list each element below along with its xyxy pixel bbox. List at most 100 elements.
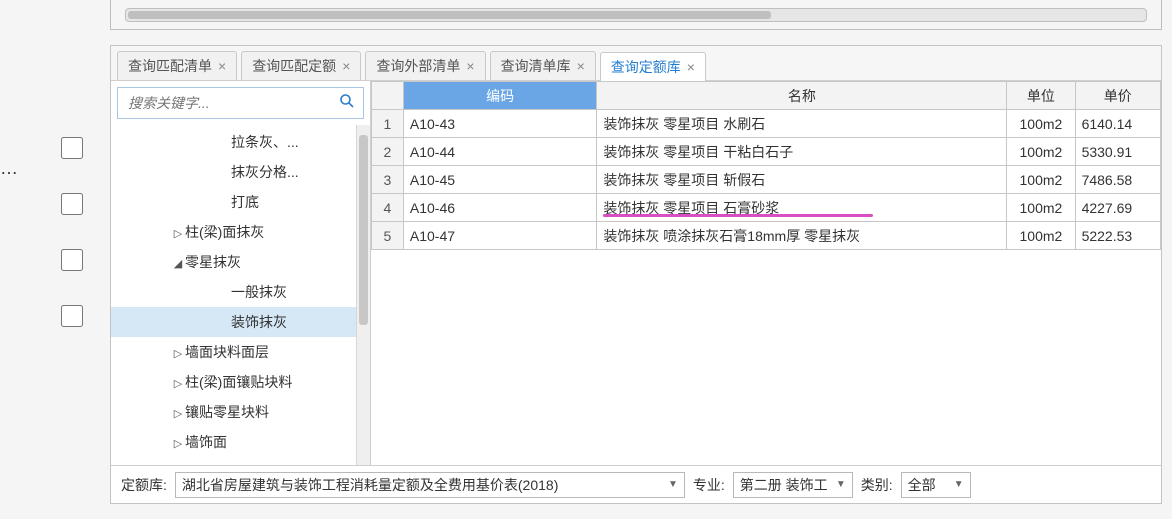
table-row[interactable]: 5A10-47装饰抹灰 喷涂抹灰石膏18mm厚 零星抹灰100m25222.53 — [372, 222, 1161, 250]
tree-item[interactable]: ▷柱(梁)面镶贴块料 — [111, 367, 370, 397]
close-icon[interactable]: × — [577, 58, 585, 74]
expand-icon[interactable]: ▷ — [171, 377, 185, 390]
cell-code[interactable]: A10-44 — [403, 138, 597, 166]
tree-item[interactable]: ▷墙面块料面层 — [111, 337, 370, 367]
cell-name[interactable]: 装饰抹灰 零星项目 石膏砂浆 — [597, 194, 1007, 222]
tab-3[interactable]: 查询清单库 × — [490, 51, 596, 80]
cell-price[interactable]: 5222.53 — [1075, 222, 1160, 250]
chevron-down-icon: ▼ — [668, 479, 678, 490]
tree-item-label: 一般抹灰 — [231, 284, 287, 300]
row-index: 2 — [372, 138, 404, 166]
lib-select[interactable]: 湖北省房屋建筑与装饰工程消耗量定额及全费用基价表(2018) ▼ — [175, 472, 685, 498]
cell-unit[interactable]: 100m2 — [1007, 222, 1075, 250]
tree-item-label: 抹灰分格... — [231, 164, 299, 180]
major-value: 第二册 装饰工 — [740, 475, 830, 495]
cell-name[interactable]: 装饰抹灰 零星项目 水刷石 — [597, 110, 1007, 138]
col-price[interactable]: 单价 — [1075, 82, 1160, 110]
cell-price[interactable]: 7486.58 — [1075, 166, 1160, 194]
table-row[interactable]: 4A10-46装饰抹灰 零星项目 石膏砂浆100m24227.69 — [372, 194, 1161, 222]
col-index — [372, 82, 404, 110]
table-row[interactable]: 2A10-44装饰抹灰 零星项目 干粘白石子100m25330.91 — [372, 138, 1161, 166]
tree-item[interactable]: ▷墙饰面 — [111, 427, 370, 457]
cell-unit[interactable]: 100m2 — [1007, 110, 1075, 138]
tree-item-label: 镶贴零星块料 — [185, 404, 269, 420]
cat-label: 类别: — [861, 475, 893, 495]
tree-scrollbar[interactable] — [356, 125, 370, 465]
cat-value: 全部 — [908, 475, 948, 495]
tab-4[interactable]: 查询定额库 × — [600, 52, 706, 81]
cell-price[interactable]: 5330.91 — [1075, 138, 1160, 166]
col-unit[interactable]: 单位 — [1007, 82, 1075, 110]
tree-item-label: 装饰抹灰 — [231, 314, 287, 330]
cell-code[interactable]: A10-47 — [403, 222, 597, 250]
quota-table: 编码 名称 单位 单价 1A10-43装饰抹灰 零星项目 水刷石100m2614… — [371, 81, 1161, 250]
row-index: 5 — [372, 222, 404, 250]
tree-item[interactable]: 装饰抹灰 — [111, 307, 370, 337]
category-tree: 拉条灰、...抹灰分格...打底▷柱(梁)面抹灰◢零星抹灰一般抹灰装饰抹灰▷墙面… — [111, 125, 370, 465]
tab-label: 查询定额库 — [611, 57, 681, 77]
tree-item[interactable]: 打底 — [111, 187, 370, 217]
chevron-down-icon: ▼ — [954, 479, 964, 490]
row-index: 3 — [372, 166, 404, 194]
lib-label: 定额库: — [121, 475, 167, 495]
col-name[interactable]: 名称 — [597, 82, 1007, 110]
cell-unit[interactable]: 100m2 — [1007, 194, 1075, 222]
cell-price[interactable]: 6140.14 — [1075, 110, 1160, 138]
tree-item[interactable]: ▷柱(梁)面抹灰 — [111, 217, 370, 247]
cat-select[interactable]: 全部 ▼ — [901, 472, 971, 498]
search-icon[interactable] — [339, 93, 355, 114]
cell-code[interactable]: A10-45 — [403, 166, 597, 194]
tree-item[interactable]: 拉条灰、... — [111, 127, 370, 157]
chevron-down-icon: ▼ — [836, 479, 846, 490]
top-scrollbar[interactable] — [125, 8, 1147, 22]
cell-unit[interactable]: 100m2 — [1007, 166, 1075, 194]
table-row[interactable]: 1A10-43装饰抹灰 零星项目 水刷石100m26140.14 — [372, 110, 1161, 138]
search-box[interactable] — [117, 87, 364, 119]
tree-item-label: 柱(梁)面镶贴块料 — [185, 374, 292, 390]
close-icon[interactable]: × — [342, 58, 350, 74]
tree-item-label: 柱(梁)面抹灰 — [185, 224, 264, 240]
table-row[interactable]: 3A10-45装饰抹灰 零星项目 斩假石100m27486.58 — [372, 166, 1161, 194]
tab-label: 查询匹配定额 — [252, 56, 336, 76]
expand-icon[interactable]: ▷ — [171, 437, 185, 450]
tree-item-label: 墙面块料面层 — [185, 344, 269, 360]
row-checkbox-3[interactable] — [61, 249, 83, 271]
tab-0[interactable]: 查询匹配清单 × — [117, 51, 237, 80]
cell-name[interactable]: 装饰抹灰 零星项目 斩假石 — [597, 166, 1007, 194]
cell-code[interactable]: A10-43 — [403, 110, 597, 138]
cell-name[interactable]: 装饰抹灰 零星项目 干粘白石子 — [597, 138, 1007, 166]
expand-icon[interactable]: ▷ — [171, 407, 185, 420]
expand-icon[interactable]: ▷ — [171, 227, 185, 240]
cell-unit[interactable]: 100m2 — [1007, 138, 1075, 166]
tree-item[interactable]: 一般抹灰 — [111, 277, 370, 307]
tree-item[interactable]: ▷镶贴零星块料 — [111, 397, 370, 427]
close-icon[interactable]: × — [687, 59, 695, 75]
major-label: 专业: — [693, 475, 725, 495]
tab-label: 查询外部清单 — [376, 56, 460, 76]
tab-bar: 查询匹配清单 × 查询匹配定额 × 查询外部清单 × 查询清单库 × 查询定额库 × — [111, 46, 1161, 81]
close-icon[interactable]: × — [466, 58, 474, 74]
tree-item[interactable]: 抹灰分格... — [111, 157, 370, 187]
cell-name[interactable]: 装饰抹灰 喷涂抹灰石膏18mm厚 零星抹灰 — [597, 222, 1007, 250]
major-select[interactable]: 第二册 装饰工 ▼ — [733, 472, 853, 498]
tree-item-label: 打底 — [231, 194, 259, 210]
tree-item[interactable]: ◢零星抹灰 — [111, 247, 370, 277]
tree-item-label: 零星抹灰 — [185, 254, 241, 270]
tree-item-label: 墙饰面 — [185, 434, 227, 450]
collapse-icon[interactable]: ◢ — [171, 257, 185, 270]
cell-price[interactable]: 4227.69 — [1075, 194, 1160, 222]
cell-code[interactable]: A10-46 — [403, 194, 597, 222]
expand-icon[interactable]: ▷ — [171, 347, 185, 360]
close-icon[interactable]: × — [218, 58, 226, 74]
bottom-toolbar: 定额库: 湖北省房屋建筑与装饰工程消耗量定额及全费用基价表(2018) ▼ 专业… — [111, 465, 1161, 503]
row-checkbox-2[interactable] — [61, 193, 83, 215]
row-checkbox-1[interactable] — [61, 137, 83, 159]
tab-2[interactable]: 查询外部清单 × — [365, 51, 485, 80]
tab-label: 查询清单库 — [501, 56, 571, 76]
tab-label: 查询匹配清单 — [128, 56, 212, 76]
col-code[interactable]: 编码 — [403, 82, 597, 110]
lib-value: 湖北省房屋建筑与装饰工程消耗量定额及全费用基价表(2018) — [182, 475, 662, 495]
search-input[interactable] — [126, 94, 339, 112]
row-checkbox-4[interactable] — [61, 305, 83, 327]
tab-1[interactable]: 查询匹配定额 × — [241, 51, 361, 80]
